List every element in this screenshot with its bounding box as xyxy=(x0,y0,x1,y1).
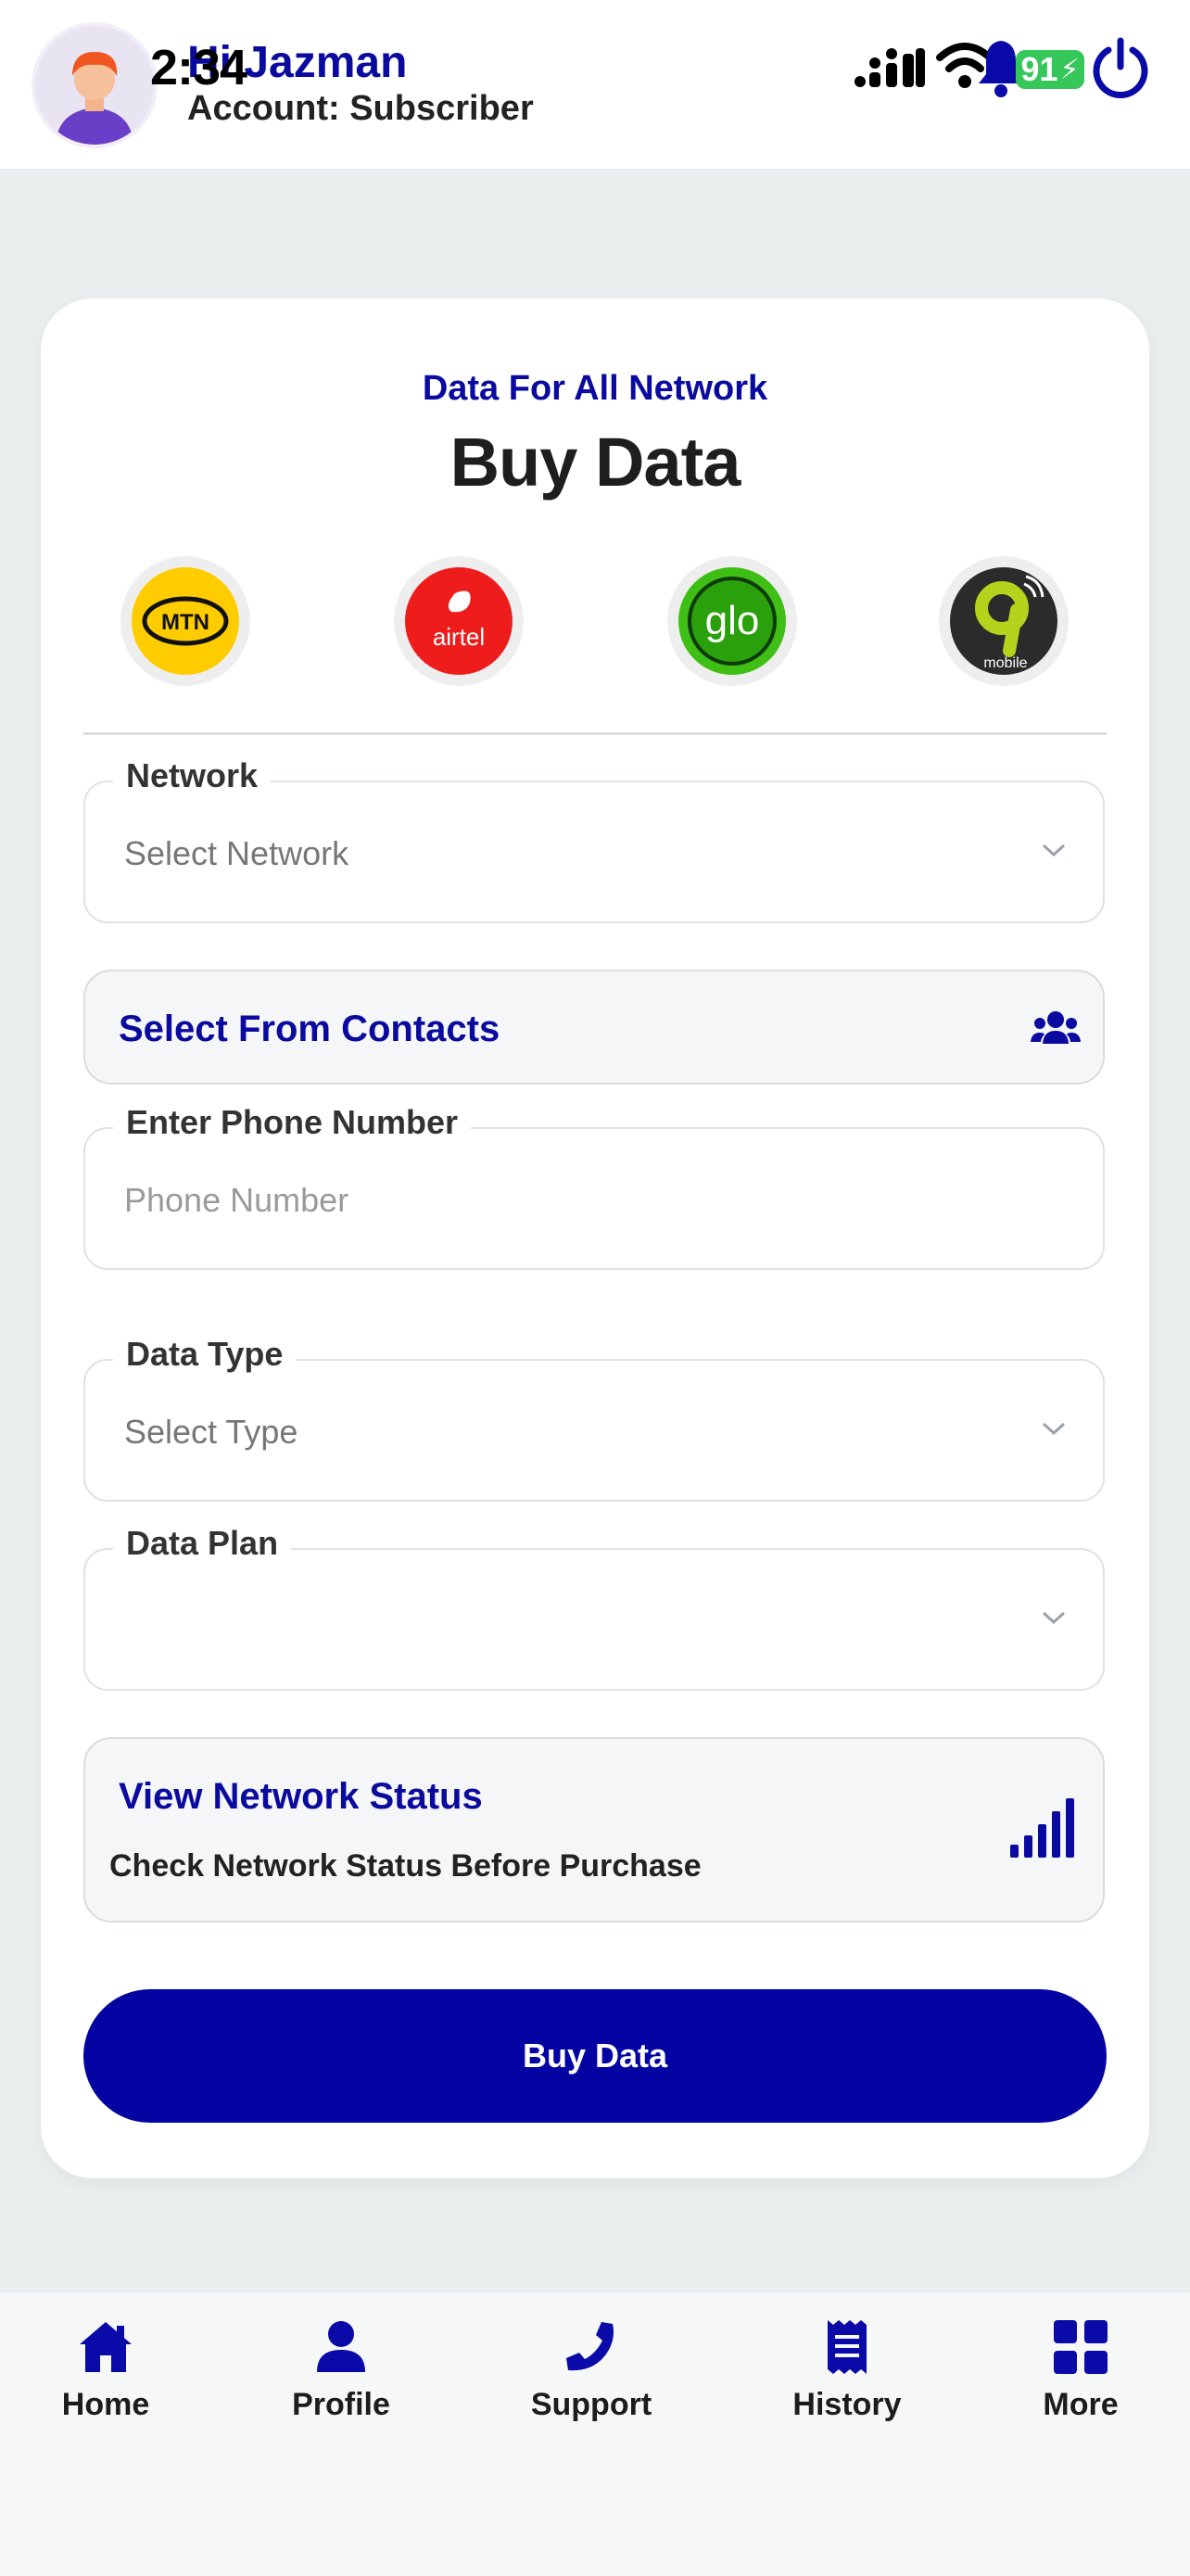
page-subtitle: Data For All Network xyxy=(422,369,768,408)
bottom-navigation: Home Profile Support History More xyxy=(0,2291,1190,2576)
avatar[interactable] xyxy=(35,26,154,145)
charging-bolt-icon: ⚡ xyxy=(1059,54,1080,85)
avatar-illustration xyxy=(35,26,154,145)
data-plan-label: Data Plan xyxy=(113,1524,292,1563)
home-icon xyxy=(80,2322,132,2372)
network-status-description: Check Network Status Before Purchase xyxy=(109,1848,702,1884)
data-type-label: Data Type xyxy=(113,1335,297,1374)
chevron-down-icon xyxy=(1042,844,1066,857)
buy-data-button[interactable]: Buy Data xyxy=(83,1989,1107,2123)
divider xyxy=(83,732,1107,735)
glo-logo-icon: glo xyxy=(678,567,786,675)
nav-home-label: Home xyxy=(61,2387,150,2422)
data-type-select[interactable]: Data Type Select Type xyxy=(83,1335,1105,1502)
airtel-logo-icon: airtel xyxy=(405,567,513,675)
receipt-icon xyxy=(828,2320,867,2374)
battery-percent: 91 xyxy=(1020,50,1058,88)
airtel-logo-text: airtel xyxy=(433,623,485,651)
phone-number-label: Enter Phone Number xyxy=(113,1103,472,1142)
contacts-group-icon xyxy=(1031,1011,1081,1044)
mtn-logo-icon: MTN xyxy=(132,567,239,675)
nav-support-label: Support xyxy=(530,2387,652,2422)
phone-icon xyxy=(566,2322,614,2371)
chevron-down-icon xyxy=(1042,1611,1066,1625)
select-from-contacts-button[interactable]: Select From Contacts xyxy=(83,970,1105,1085)
nav-support[interactable]: Support xyxy=(499,2320,684,2423)
nav-profile-label: Profile xyxy=(292,2387,390,2422)
page-title: Buy Data xyxy=(449,424,741,501)
network-select[interactable]: Network Select Network xyxy=(83,756,1105,923)
nav-history-label: History xyxy=(792,2387,902,2422)
select-from-contacts-label: Select From Contacts xyxy=(119,1009,500,1049)
nav-history[interactable]: History xyxy=(754,2320,940,2423)
signal-bars-icon xyxy=(1010,1798,1074,1858)
user-icon xyxy=(317,2321,365,2372)
nav-more-label: More xyxy=(1043,2387,1119,2422)
network-9mobile-button[interactable]: mobile xyxy=(939,556,1069,686)
chevron-down-icon xyxy=(1042,1422,1066,1436)
battery-indicator: 91 ⚡ xyxy=(1016,50,1084,89)
network-glo-button[interactable]: glo xyxy=(667,556,797,686)
status-bar-time: 2:34 xyxy=(150,40,247,95)
network-select-value: Select Network xyxy=(124,834,349,872)
cellular-signal-icon xyxy=(855,48,925,87)
nav-profile[interactable]: Profile xyxy=(248,2320,434,2423)
view-network-status-button[interactable]: View Network Status Check Network Status… xyxy=(83,1737,1105,1922)
mtn-logo-text: MTN xyxy=(161,610,209,635)
glo-logo-text: glo xyxy=(705,598,760,643)
nav-more[interactable]: More xyxy=(988,2320,1173,2423)
network-airtel-button[interactable]: airtel xyxy=(394,556,524,686)
data-plan-select[interactable]: Data Plan xyxy=(83,1524,1105,1691)
grid-icon xyxy=(1054,2320,1108,2374)
view-network-status-title: View Network Status xyxy=(119,1776,483,1817)
9mobile-logo-text: mobile xyxy=(983,655,1027,671)
network-mtn-button[interactable]: MTN xyxy=(120,556,250,686)
power-logout-icon[interactable] xyxy=(1090,35,1151,100)
nav-home[interactable]: Home xyxy=(13,2320,198,2423)
phone-number-field[interactable]: Enter Phone Number Phone Number xyxy=(83,1103,1105,1270)
phone-number-input[interactable]: Phone Number xyxy=(124,1181,348,1220)
data-type-select-value: Select Type xyxy=(124,1413,298,1451)
9mobile-logo-icon: mobile xyxy=(950,567,1057,675)
network-label: Network xyxy=(113,756,272,795)
